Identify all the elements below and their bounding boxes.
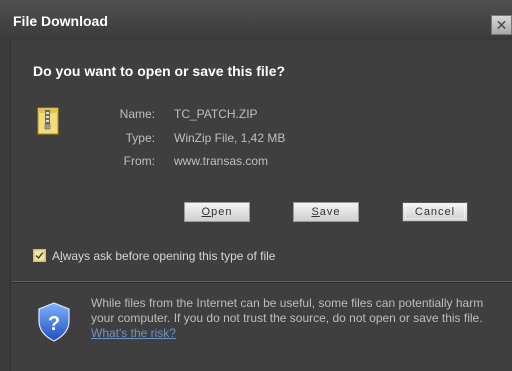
dialog-question: Do you want to open or save this file?: [33, 63, 286, 79]
type-row: Type: WinZip File, 1,42 MB: [101, 131, 361, 147]
from-row: From: www.transas.com: [101, 154, 361, 170]
close-button[interactable]: ✕: [491, 15, 512, 35]
always-ask-label: Always ask before opening this type of f…: [52, 249, 276, 263]
name-value: TC_PATCH.ZIP: [174, 107, 258, 121]
open-button[interactable]: Open: [184, 202, 250, 222]
title-bar[interactable]: File Download ✕: [0, 0, 512, 40]
save-button-label: Save: [311, 206, 341, 218]
cancel-button-label: Cancel: [414, 206, 456, 218]
file-download-dialog: File Download ✕ Do you want to open or s…: [0, 0, 512, 371]
window-title: File Download: [13, 13, 108, 29]
zip-file-icon: [37, 107, 59, 135]
always-ask-option[interactable]: Always ask before opening this type of f…: [33, 249, 353, 265]
divider-shadow: [11, 282, 512, 283]
from-value: www.transas.com: [174, 154, 269, 168]
save-button[interactable]: Save: [293, 202, 359, 222]
name-label: Name:: [119, 107, 155, 121]
security-warning: While files from the Internet can be use…: [91, 296, 503, 341]
shield-question-icon: ?: [38, 302, 70, 342]
open-button-label: Open: [201, 206, 233, 218]
svg-text:?: ?: [48, 313, 60, 335]
from-label: From:: [123, 154, 155, 168]
risk-link[interactable]: What's the risk?: [91, 326, 176, 340]
type-label: Type:: [125, 131, 155, 145]
always-ask-checkbox[interactable]: [33, 249, 46, 262]
name-row: Name: TC_PATCH.ZIP: [101, 107, 361, 123]
close-icon: ✕: [495, 17, 508, 33]
type-value: WinZip File, 1,42 MB: [174, 131, 286, 145]
warning-text: While files from the Internet can be use…: [91, 296, 484, 325]
dialog-body: Do you want to open or save this file? N…: [10, 40, 512, 371]
cancel-button[interactable]: Cancel: [402, 202, 468, 222]
